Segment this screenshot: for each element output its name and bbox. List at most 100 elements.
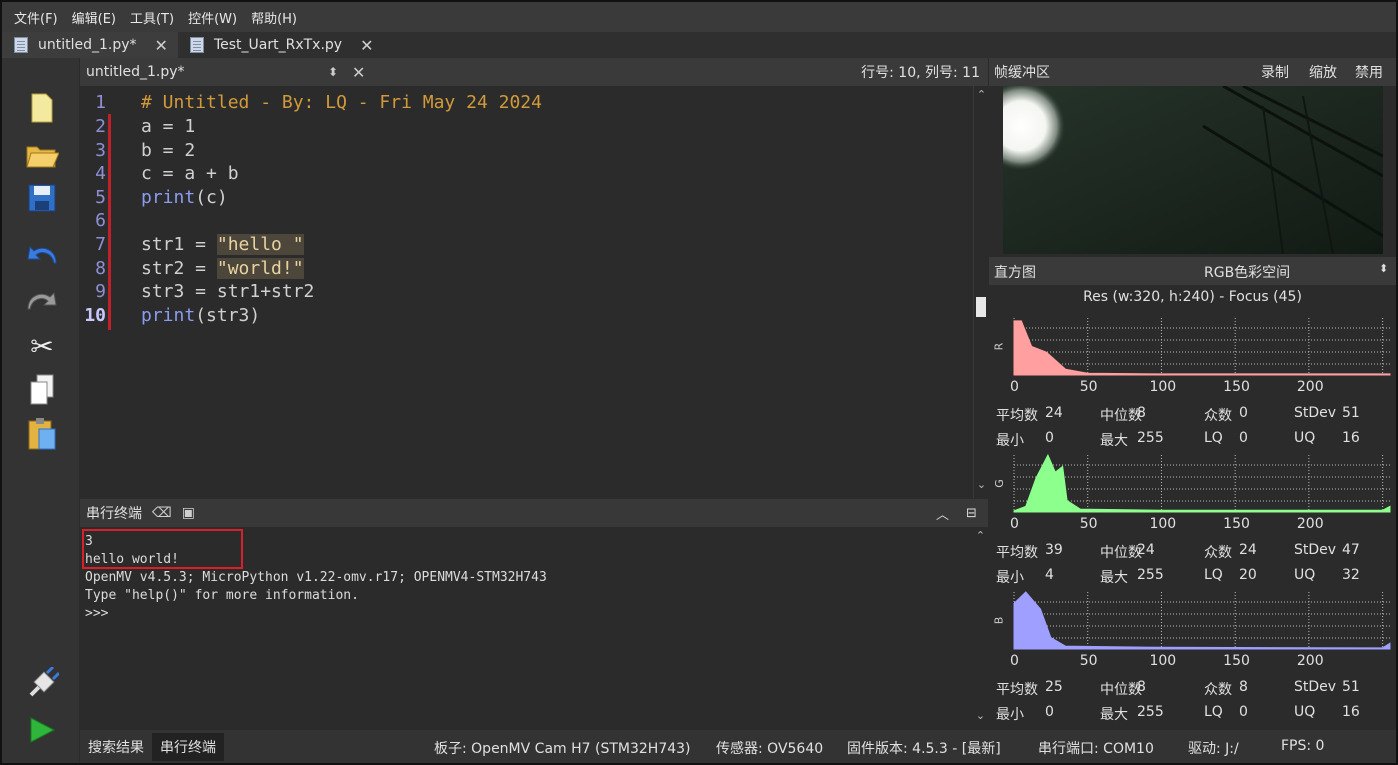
stat-value-stdev: 51 (1342, 679, 1360, 695)
menu-help[interactable]: 帮助(H) (251, 8, 297, 27)
chevron-up-icon[interactable]: ⌃ (974, 529, 987, 542)
menu-file[interactable]: 文件(F) (14, 8, 58, 27)
chevron-up-icon[interactable]: ︿ (936, 504, 949, 523)
stat-value-min: 4 (1045, 567, 1054, 583)
stat-label-min: 最小 (996, 570, 1024, 586)
line-number: 1 (95, 92, 106, 113)
record-button[interactable]: 录制 (1261, 62, 1289, 82)
code-line: c = a + b (141, 163, 239, 184)
tab-serial-terminal[interactable]: 串行终端 (152, 732, 224, 761)
stat-value-mean: 39 (1045, 542, 1063, 558)
status-board[interactable]: 板子: OpenMV Cam H7 (STM32H743) (434, 738, 691, 758)
stat-label-mode: 众数 (1204, 682, 1232, 698)
axis-tick-label: 200 (1296, 379, 1324, 395)
stat-label-mean: 平均数 (996, 545, 1038, 561)
editor-filename[interactable]: untitled_1.py* (86, 64, 185, 80)
tab-search-results[interactable]: 搜索结果 (80, 733, 152, 761)
status-drive[interactable]: 驱动: J:/ (1188, 738, 1239, 758)
open-folder-icon[interactable] (22, 134, 62, 174)
axis-tick-label: 100 (1149, 516, 1177, 532)
dropdown-arrows-icon[interactable]: ⬍ (1379, 262, 1388, 275)
axis-tick-label: 150 (1223, 653, 1250, 669)
stat-label-uq: UQ (1294, 567, 1316, 583)
stat-label-mean: 平均数 (996, 408, 1038, 424)
save-icon[interactable] (22, 178, 62, 218)
paste-icon[interactable] (22, 414, 62, 454)
file-tab-untitled[interactable]: untitled_1.py* ✕ (2, 32, 178, 58)
stat-value-uq: 32 (1342, 567, 1360, 583)
scrollbar-thumb[interactable] (976, 297, 986, 317)
terminal-header: 串行终端 ⌫ ▣ ︿ ⊟ (80, 499, 988, 527)
file-tab-label: untitled_1.py* (38, 37, 137, 53)
close-icon[interactable]: ✕ (360, 36, 373, 55)
disable-button[interactable]: 禁用 (1355, 62, 1383, 82)
stat-label-median: 中位数 (1100, 408, 1142, 424)
close-icon[interactable]: ✕ (155, 36, 168, 55)
run-icon[interactable] (22, 710, 62, 750)
status-sensor[interactable]: 传感器: OV5640 (716, 738, 823, 758)
colorspace-select[interactable]: RGB色彩空间 (1204, 262, 1290, 282)
stat-value-lq: 20 (1239, 567, 1257, 583)
minimize-panel-icon[interactable]: ⊟ (966, 506, 977, 521)
stat-label-min: 最小 (996, 707, 1024, 723)
stat-value-mode: 24 (1239, 542, 1257, 558)
stat-label-max: 最大 (1100, 433, 1128, 449)
histogram-panel: Res (w:320, h:240) - Focus (45) R 0 50 100 1… (989, 285, 1396, 730)
clear-terminal-icon[interactable]: ⌫ (152, 505, 172, 521)
redo-icon[interactable] (22, 280, 62, 320)
copy-icon[interactable] (22, 370, 62, 410)
terminal-scrollbar[interactable]: ⌃ ⌄ (973, 527, 988, 730)
menu-edit[interactable]: 编辑(E) (72, 8, 116, 27)
undo-icon[interactable] (22, 234, 62, 274)
axis-tick-label: 200 (1296, 653, 1324, 669)
terminal-title: 串行终端 (86, 506, 142, 522)
status-port[interactable]: 串行端口: COM10 (1038, 738, 1154, 758)
stat-value-lq: 0 (1239, 704, 1248, 720)
axis-tick-label: 100 (1149, 653, 1177, 669)
code-line: a = 1 (141, 116, 196, 137)
axis-tick-label: 50 (1079, 379, 1098, 395)
status-firmware[interactable]: 固件版本: 4.5.3 - [最新] (847, 738, 1001, 758)
code-string: "world!" (216, 258, 304, 279)
stat-value-stdev: 51 (1342, 405, 1360, 421)
menu-tools[interactable]: 工具(T) (130, 8, 174, 27)
axis-tick-label: 50 (1079, 516, 1098, 532)
chevron-down-icon[interactable]: ⌄ (974, 709, 987, 722)
editor-scrollbar[interactable]: ⌃ ⌄ (973, 86, 988, 498)
stat-value-lq: 0 (1239, 430, 1248, 446)
histogram-charts (1013, 318, 1391, 650)
document-icon (14, 37, 28, 53)
stat-label-lq: LQ (1204, 567, 1223, 583)
cursor-position: 行号: 10, 列号: 11 (861, 65, 980, 81)
cut-icon[interactable]: ✂ (22, 326, 62, 366)
close-icon[interactable]: ✕ (352, 63, 365, 82)
chevron-up-icon[interactable]: ⌃ (975, 88, 988, 101)
stat-value-mode: 8 (1239, 679, 1248, 695)
file-switch-icon[interactable]: ⬍ (328, 65, 338, 79)
line-number-current: 10 (84, 305, 106, 326)
stat-label-lq: LQ (1204, 704, 1223, 720)
modified-lines-marker (108, 114, 111, 330)
save-icon[interactable]: ▣ (182, 505, 195, 521)
new-file-icon[interactable] (22, 88, 62, 128)
stat-label-stdev: StDev (1294, 405, 1337, 421)
stat-label-uq: UQ (1294, 430, 1316, 446)
chevron-down-icon[interactable]: ⌄ (975, 478, 988, 491)
connect-icon[interactable] (22, 664, 62, 704)
histogram-title: 直方图 (994, 265, 1036, 281)
code-line: str1 = "hello " (141, 234, 304, 255)
terminal-line: Type "help()" for more information. (85, 588, 359, 603)
code-editor[interactable]: 1 2 3 4 5 6 7 8 9 10 # Untitled - By: LQ… (80, 86, 973, 498)
stat-label-median: 中位数 (1100, 682, 1142, 698)
stat-value-median: 8 (1137, 405, 1146, 421)
stat-label-mode: 众数 (1204, 545, 1232, 561)
histogram-area-b (1013, 591, 1391, 650)
menu-widgets[interactable]: 控件(W) (188, 8, 237, 27)
stat-label-uq: UQ (1294, 704, 1316, 720)
camera-image (1003, 86, 1383, 254)
left-toolbar: ✂ (2, 58, 79, 763)
file-tab-test-uart[interactable]: Test_Uart_RxTx.py ✕ (178, 32, 384, 58)
code-line: # Untitled - By: LQ - Fri May 24 2024 (141, 92, 542, 113)
zoom-button[interactable]: 缩放 (1309, 62, 1337, 82)
stat-value-min: 0 (1045, 704, 1054, 720)
